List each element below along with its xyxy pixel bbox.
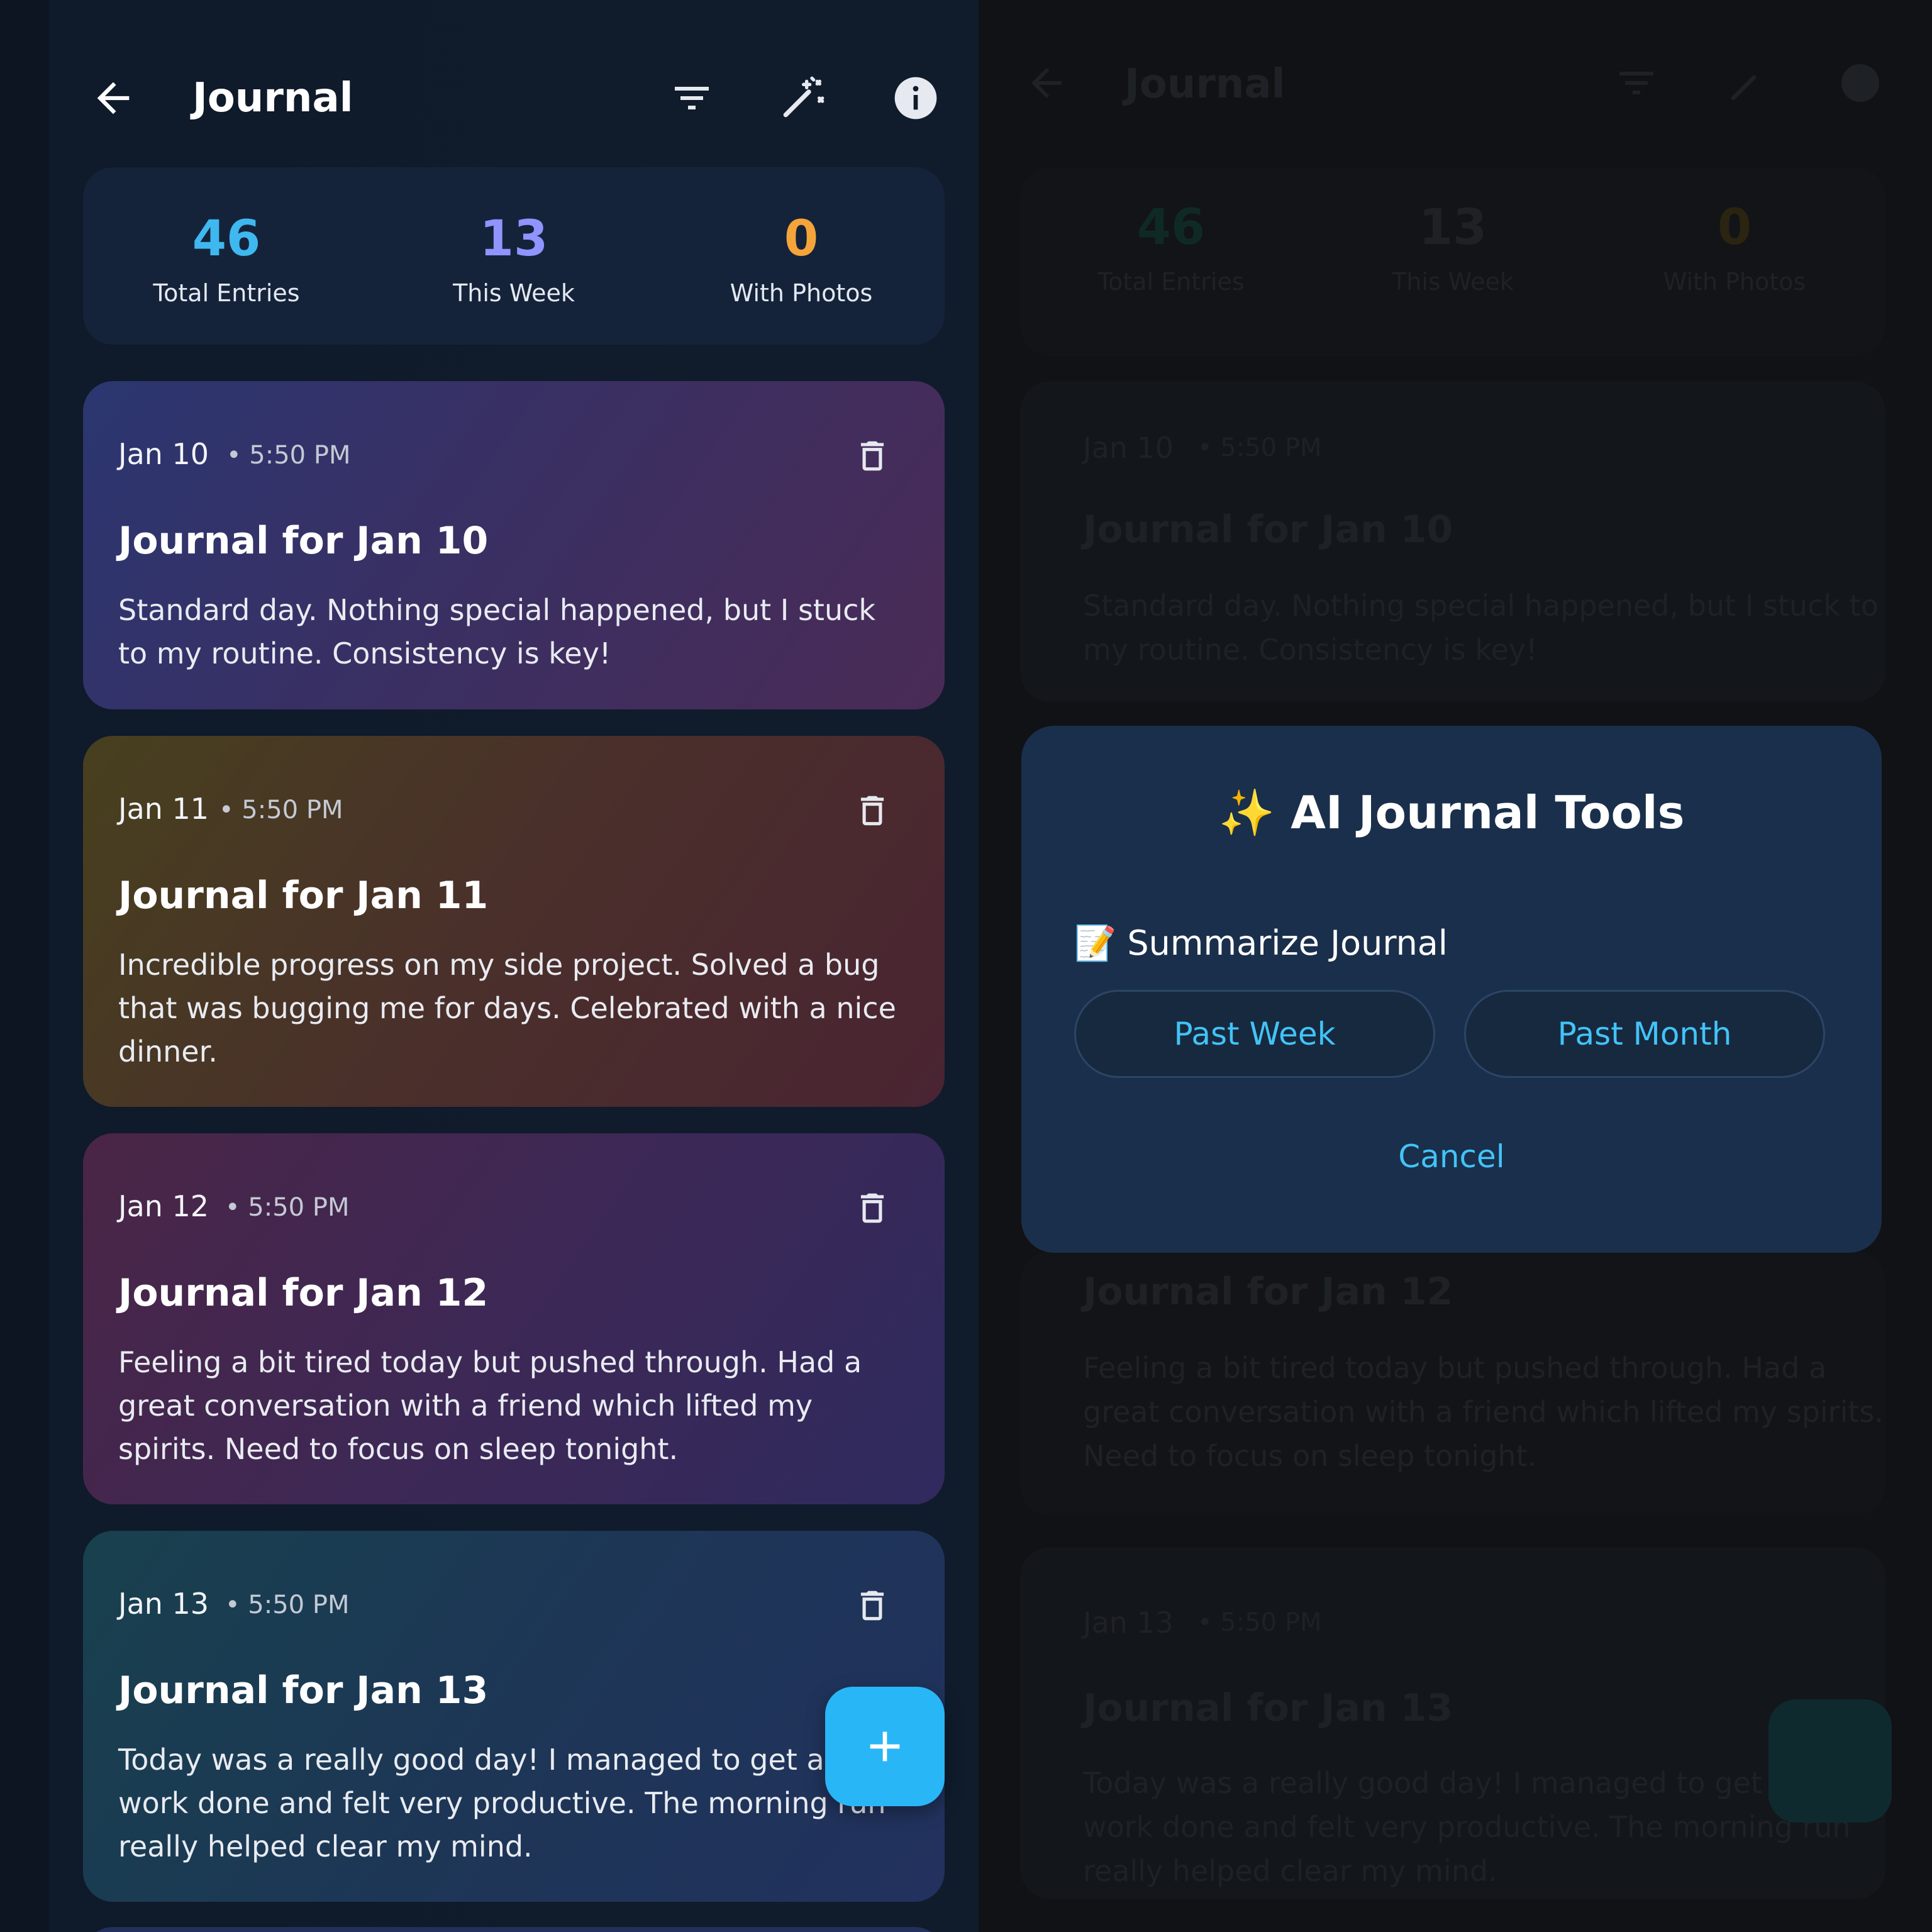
entry-body: Standard day. Nothing special happened, … [118,593,876,670]
stat-label: This Week [1392,268,1514,296]
summarize-section-label: 📝 Summarize Journal [1074,923,1448,963]
journal-entry-card-partial[interactable] [83,1927,945,1932]
entry-body: Incredible progress on my side project. … [118,948,896,1069]
entry-body: Standard day. Nothing special happened, … [1083,589,1879,667]
cancel-button[interactable]: Cancel [1021,1135,1882,1179]
stat-label: With Photos [1663,268,1806,296]
stat-total-entries: 46 Total Entries [83,167,370,345]
past-week-button[interactable]: Past Week [1074,990,1435,1078]
magic-wand-icon[interactable] [777,73,828,123]
entry-date: Jan 11 [118,792,209,826]
entry-time: • 5:50 PM [226,441,351,470]
journal-entry-card[interactable]: Jan 13 • 5:50 PM Journal for Jan 13 Toda… [83,1531,945,1902]
stats-summary-card: 46 Total Entries 13 This Week 0 With Pho… [1020,167,1885,356]
stat-value: 13 [479,211,548,267]
filter-icon [1614,60,1659,106]
dialog-title: ✨ AI Journal Tools [1218,786,1685,839]
stat-label: Total Entries [153,279,300,307]
journal-entry-card[interactable]: Jan 11 • 5:50 PM Journal for Jan 11 Incr… [83,736,945,1107]
arrow-back-icon [1024,60,1069,106]
entry-title: Journal for Jan 12 [118,1271,489,1315]
ai-tools-dialog: ✨ AI Journal Tools 📝 Summarize Journal P… [1021,726,1882,1253]
stat-label: Total Entries [1097,268,1245,296]
entry-title: Journal for Jan 10 [1083,508,1453,552]
stat-value: 0 [1717,199,1752,256]
entry-time: • 5:50 PM [219,796,343,824]
entry-time: • 5:50 PM [225,1193,350,1222]
entry-title: Journal for Jan 13 [118,1668,489,1713]
delete-icon[interactable] [853,791,892,830]
journal-screen-with-dialog: Journal 46 Total Entries 13 This Week 0 … [979,0,1932,1932]
entry-date: Jan 13 [1083,1606,1174,1640]
entry-title: Journal for Jan 10 [118,519,489,563]
delete-icon[interactable] [853,1189,892,1228]
journal-screen: Journal 46 Total Entries 13 This Week 0 … [0,0,979,1932]
stat-value: 13 [1418,199,1487,256]
journal-entry-card: Jan 13 • 5:50 PM Journal for Jan 13 Toda… [1020,1547,1885,1899]
entry-date: Jan 13 [118,1587,209,1621]
info-icon[interactable] [891,73,941,123]
delete-icon[interactable] [853,436,892,475]
filter-icon[interactable] [667,75,717,121]
entry-date: Jan 10 [118,437,209,471]
entry-title: Journal for Jan 11 [118,874,489,918]
info-icon [1838,60,1883,106]
arrow-back-icon[interactable] [89,74,137,122]
stat-value: 46 [1136,199,1206,256]
entry-body: Feeling a bit tired today but pushed thr… [118,1345,862,1466]
entry-time: • 5:50 PM [225,1591,350,1619]
stat-label: This Week [453,279,575,307]
stat-with-photos: 0 With Photos [658,167,945,345]
app-bar: Journal [0,0,979,164]
entry-date: Jan 12 [118,1189,209,1223]
delete-icon[interactable] [853,1586,892,1625]
entry-date: Jan 10 [1083,431,1174,465]
journal-entry-card[interactable]: Jan 10 • 5:50 PM Journal for Jan 10 Stan… [83,381,945,709]
stats-summary-card: 46 Total Entries 13 This Week 0 With Pho… [83,167,945,345]
journal-entry-card: Journal for Jan 12 Feeling a bit tired t… [1020,1252,1885,1516]
entry-time: • 5:50 PM [1197,433,1322,462]
journal-entry-card[interactable]: Jan 12 • 5:50 PM Journal for Jan 12 Feel… [83,1133,945,1504]
page-title: Journal [1124,61,1285,108]
plus-icon [860,1721,910,1772]
stat-label: With Photos [730,279,873,307]
stat-value: 0 [784,211,819,267]
entry-title: Journal for Jan 13 [1083,1686,1453,1730]
stat-this-week: 13 This Week [370,167,657,345]
past-month-button[interactable]: Past Month [1464,990,1825,1078]
add-entry-button[interactable] [825,1687,945,1806]
entry-title: Journal for Jan 12 [1083,1270,1453,1314]
entry-body: Today was a really good day! I managed t… [118,1743,908,1863]
entry-body: Feeling a bit tired today but pushed thr… [1083,1351,1884,1473]
entry-time: • 5:50 PM [1197,1608,1322,1637]
magic-wand-icon [1726,60,1771,106]
add-entry-button [1768,1699,1892,1823]
stat-value: 46 [192,211,261,267]
page-title: Journal [192,75,353,121]
journal-entry-card: Jan 10 • 5:50 PM Journal for Jan 10 Stan… [1020,381,1885,702]
